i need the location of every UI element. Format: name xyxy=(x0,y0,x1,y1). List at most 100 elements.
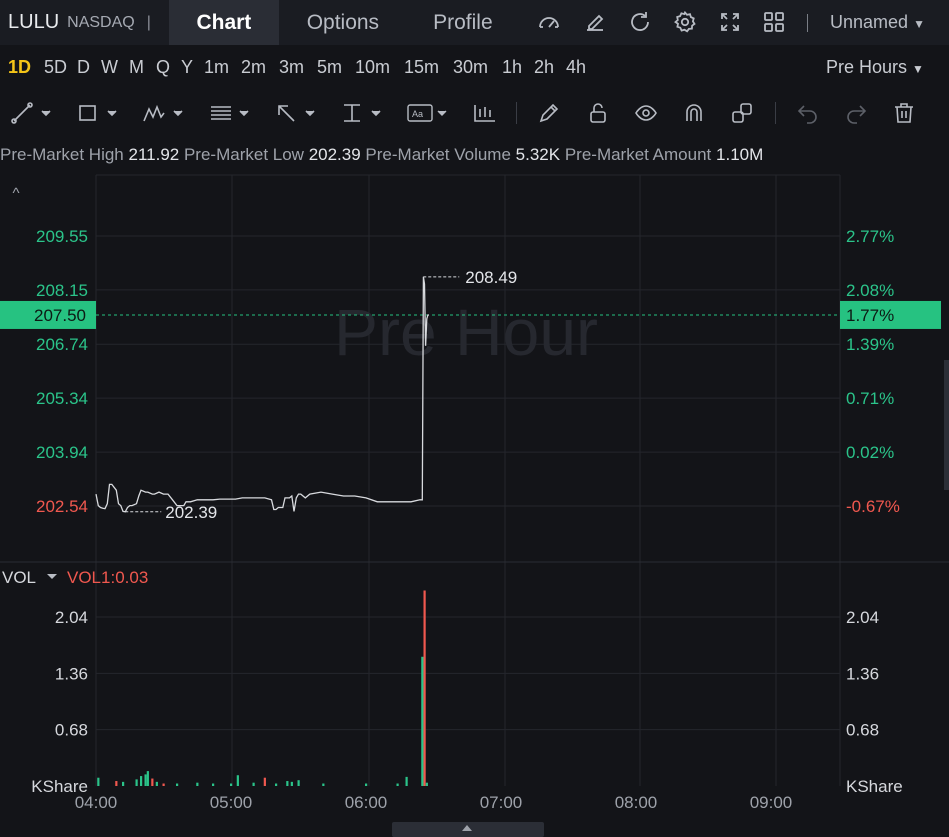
arrow-icon[interactable] xyxy=(274,100,318,126)
rectangle-icon[interactable] xyxy=(76,100,120,126)
volume-dropdown-icon[interactable] xyxy=(47,574,57,579)
price-tick-label: 209.55 xyxy=(36,227,88,246)
percent-tick-label: 2.77% xyxy=(846,227,894,246)
redo-icon[interactable] xyxy=(844,100,868,126)
interval-3m[interactable]: 3m xyxy=(279,57,304,78)
toolbar-divider xyxy=(516,102,517,124)
volume-bars xyxy=(97,590,428,786)
volume-bar xyxy=(196,782,199,786)
session-dropdown[interactable]: Pre Hours ▼ xyxy=(826,57,924,78)
percent-tick-label: 0.02% xyxy=(846,443,894,462)
volume-tick-label-right: 2.04 xyxy=(846,608,879,627)
tab-chart[interactable]: Chart xyxy=(168,0,279,45)
volume-bar xyxy=(135,779,138,786)
time-tick-label: 04:00 xyxy=(75,793,118,812)
premarket-low-label: Pre-Market Low xyxy=(183,145,304,164)
volume-bar xyxy=(286,781,289,786)
indicator-icon[interactable] xyxy=(472,100,498,126)
trash-icon[interactable] xyxy=(892,100,916,126)
interval-10m[interactable]: 10m xyxy=(355,57,390,78)
lock-icon[interactable] xyxy=(586,100,610,126)
volume-bar xyxy=(176,783,179,786)
grid-icon[interactable] xyxy=(762,10,786,34)
volume-axis: 2.04 2.041.36 1.360.68 0.68KShare KShare xyxy=(31,608,902,796)
collapse-chevron-icon[interactable]: ^ xyxy=(12,185,19,202)
pattern-icon[interactable] xyxy=(142,100,186,126)
price-tick-label: 208.15 xyxy=(36,281,88,300)
interval-30m[interactable]: 30m xyxy=(453,57,488,78)
exchange-label: NASDAQ xyxy=(67,13,135,31)
trend-line-icon[interactable] xyxy=(10,100,54,126)
volume-bar xyxy=(405,776,408,786)
svg-text:Aa: Aa xyxy=(412,109,423,119)
layout-name-dropdown[interactable]: Unnamed ▼ xyxy=(830,12,925,33)
fib-icon[interactable] xyxy=(208,100,252,126)
percent-tick-label: 2.08% xyxy=(846,281,894,300)
percent-axis-right: 2.77% 2.08% 1.39% 0.71% 0.02% -0.67% xyxy=(846,227,900,516)
interval-q[interactable]: Q xyxy=(156,57,170,78)
tab-options[interactable]: Options xyxy=(279,0,407,45)
fullscreen-icon[interactable] xyxy=(718,10,742,34)
layers-icon[interactable] xyxy=(730,100,754,126)
gauge-icon[interactable] xyxy=(537,10,561,34)
price-axis-left: 209.55 208.15 206.74 205.34 203.94 202.54 xyxy=(36,227,88,516)
interval-1m[interactable]: 1m xyxy=(204,57,229,78)
interval-d[interactable]: D xyxy=(77,57,90,78)
volume-label[interactable]: VOL xyxy=(2,568,36,587)
right-scroll-handle[interactable] xyxy=(944,360,949,490)
interval-w[interactable]: W xyxy=(101,57,118,78)
refresh-icon[interactable] xyxy=(628,10,652,34)
toolbar-divider xyxy=(775,102,776,124)
volume-bar xyxy=(252,782,255,786)
edit-icon[interactable] xyxy=(583,10,607,34)
volume-bar xyxy=(230,783,233,786)
text-icon[interactable]: Aa xyxy=(406,100,450,126)
time-tick-label: 08:00 xyxy=(615,793,658,812)
chart-watermark: Pre Hour xyxy=(334,295,598,369)
percent-tick-label: 0.71% xyxy=(846,389,894,408)
tab-profile[interactable]: Profile xyxy=(407,0,519,45)
interval-1h[interactable]: 1h xyxy=(502,57,522,78)
volume-bar xyxy=(421,656,424,786)
percent-tick-label: -0.67% xyxy=(846,497,900,516)
volume-bar xyxy=(212,783,215,786)
gear-icon[interactable] xyxy=(673,10,697,34)
interval-5m[interactable]: 5m xyxy=(317,57,342,78)
volume-bar xyxy=(275,783,278,786)
time-tick-label: 05:00 xyxy=(210,793,253,812)
volume-bar xyxy=(322,783,325,786)
interval-15m[interactable]: 15m xyxy=(404,57,439,78)
header-separator: | xyxy=(146,13,151,31)
undo-icon[interactable] xyxy=(796,100,820,126)
pencil-icon[interactable] xyxy=(537,100,561,126)
interval-1d[interactable]: 1D xyxy=(8,57,31,78)
symbol-ticker[interactable]: LULU xyxy=(8,11,59,34)
volume-unit-right: KShare xyxy=(846,777,903,796)
interval-5d[interactable]: 5D xyxy=(44,57,67,78)
bottom-expand-handle[interactable] xyxy=(392,822,544,837)
premarket-volume-label: Pre-Market Volume xyxy=(365,145,511,164)
price-chart[interactable]: Pre Hour ^ 209.55 208.15 206.74 205.34 203.9… xyxy=(0,170,949,822)
interval-2m[interactable]: 2m xyxy=(241,57,266,78)
price-tick-label: 202.54 xyxy=(36,497,88,516)
current-price-value: 207.50 xyxy=(34,306,86,325)
volume-bar xyxy=(396,783,399,786)
volume-tick-label: 0.68 xyxy=(55,721,88,740)
interval-y[interactable]: Y xyxy=(181,57,193,78)
volume-bar xyxy=(365,783,368,786)
current-pct-value: 1.77% xyxy=(846,306,894,325)
volume-bar xyxy=(236,775,239,786)
interval-4h[interactable]: 4h xyxy=(566,57,586,78)
magnet-icon[interactable] xyxy=(682,100,706,126)
volume-tick-label-right: 0.68 xyxy=(846,721,879,740)
session-label: Pre Hours xyxy=(826,57,908,77)
volume-bar xyxy=(297,780,300,786)
interval-m[interactable]: M xyxy=(129,57,144,78)
volume-bar xyxy=(146,771,149,786)
measure-icon[interactable] xyxy=(340,100,384,126)
eye-icon[interactable] xyxy=(634,100,658,126)
premarket-amount-label: Pre-Market Amount xyxy=(564,145,712,164)
volume-bar xyxy=(155,781,158,786)
interval-2h[interactable]: 2h xyxy=(534,57,554,78)
premarket-amount-value: 1.10M xyxy=(716,145,764,164)
